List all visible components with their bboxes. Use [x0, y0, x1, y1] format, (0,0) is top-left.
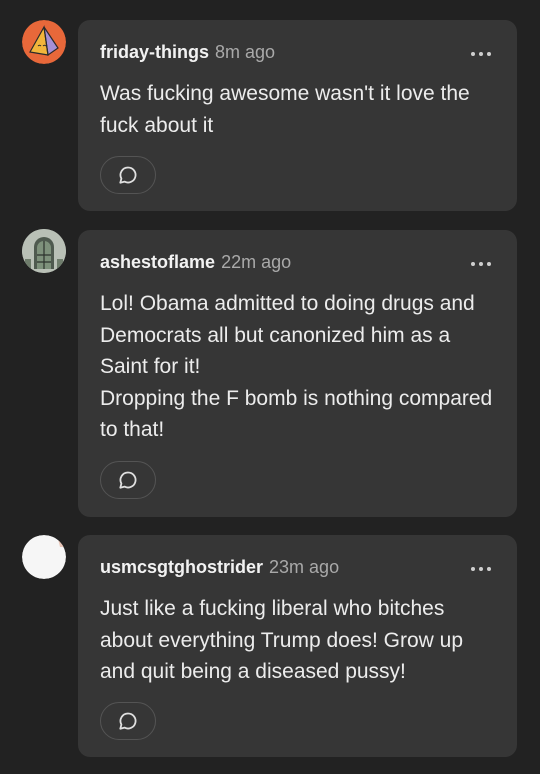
- comment-text: Was fucking awesome wasn't it love the f…: [100, 82, 470, 137]
- avatar[interactable]: [22, 20, 66, 64]
- reply-button[interactable]: [100, 702, 156, 740]
- comment-meta: usmcsgtghostrider 23m ago: [100, 557, 339, 578]
- more-options-icon[interactable]: [471, 52, 491, 56]
- white-blank-avatar-icon: [22, 535, 66, 579]
- reply-bubble-icon: [119, 166, 137, 184]
- timestamp: 23m ago: [269, 557, 340, 577]
- comment-meta: friday-things 8m ago: [100, 42, 275, 63]
- stained-glass-window-icon: [22, 229, 66, 273]
- comment-meta: ashestoflame 22m ago: [100, 252, 291, 273]
- comment-card: usmcsgtghostrider 23m ago Just like a fuc…: [78, 535, 517, 757]
- comment-card: friday-things 8m ago Was fucking awesome …: [78, 20, 517, 211]
- more-options-icon[interactable]: [471, 567, 491, 571]
- username[interactable]: friday-things: [100, 42, 209, 62]
- comment-card: ashestoflame 22m ago Lol! Obama admitted …: [78, 230, 517, 517]
- reply-button[interactable]: [100, 461, 156, 499]
- reply-bubble-icon: [119, 471, 137, 489]
- avatar[interactable]: [22, 229, 66, 273]
- reply-button[interactable]: [100, 156, 156, 194]
- avatar[interactable]: [22, 535, 66, 579]
- timestamp: 22m ago: [221, 252, 292, 272]
- timestamp: 8m ago: [215, 42, 276, 62]
- username[interactable]: ashestoflame: [100, 252, 215, 272]
- orange-pyramid-icon: [22, 20, 66, 64]
- comment-text: Just like a fucking liberal who bitches …: [100, 597, 464, 684]
- comment-text: Lol! Obama admitted to doing drugs and D…: [100, 292, 493, 442]
- reply-bubble-icon: [119, 712, 137, 730]
- username[interactable]: usmcsgtghostrider: [100, 557, 263, 577]
- more-options-icon[interactable]: [471, 262, 491, 266]
